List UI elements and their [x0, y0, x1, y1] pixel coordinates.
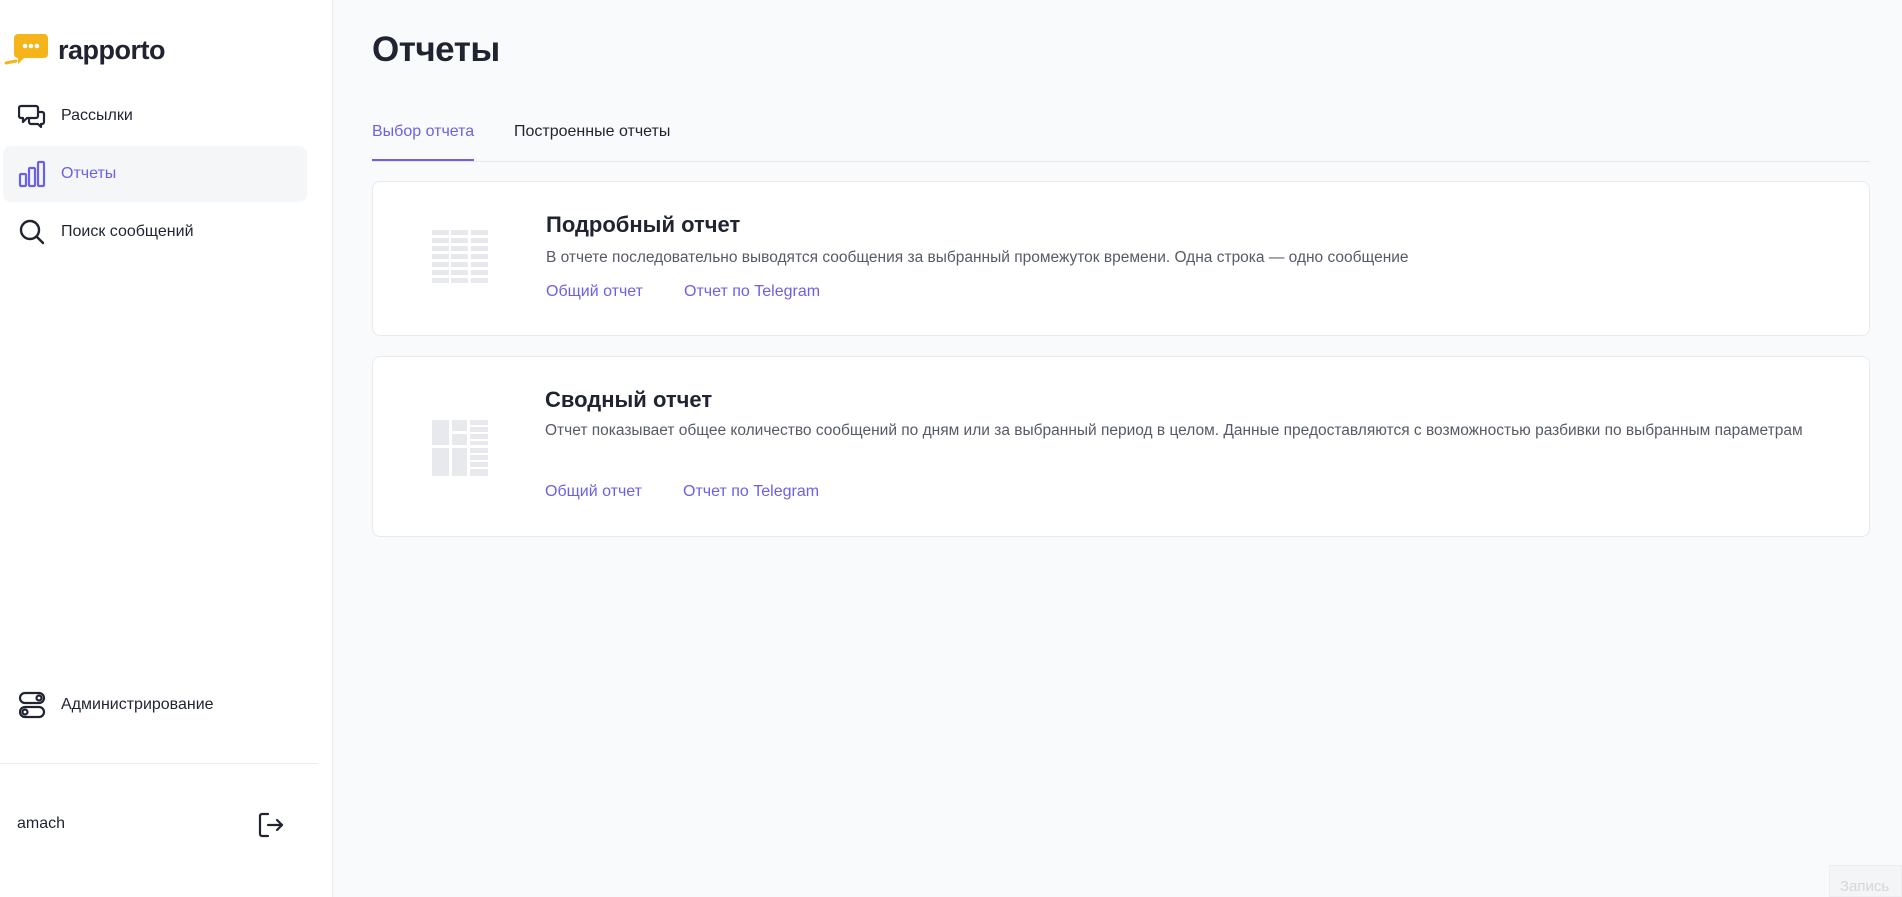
logo-icon: [4, 30, 50, 71]
tab-built-reports[interactable]: Построенные отчеты: [514, 123, 670, 161]
tab-report-selection[interactable]: Выбор отчета: [372, 123, 475, 161]
app-logo[interactable]: rapporto: [4, 30, 166, 71]
app-name: rapporto: [58, 35, 166, 65]
report-card-detailed: Подробный отчет В отчете последовательно…: [372, 181, 1870, 336]
page-title: Отчеты: [372, 30, 500, 69]
sidebar-item-label: Поиск сообщений: [61, 223, 194, 240]
sidebar: rapporto Рассылки Отчеты Поиск сообщений…: [0, 0, 333, 897]
bar-chart-icon: [17, 159, 47, 189]
detailed-table-icon: [432, 230, 488, 292]
summary-table-icon: [432, 420, 488, 481]
general-report-link[interactable]: Общий отчет: [545, 483, 642, 501]
logout-button[interactable]: [256, 812, 286, 842]
sidebar-item-reports[interactable]: Отчеты: [3, 146, 307, 202]
sidebar-item-label: Администрирование: [61, 696, 214, 713]
card-description: В отчете последовательно выводятся сообщ…: [546, 249, 1409, 266]
sidebar-item-message-search[interactable]: Поиск сообщений: [3, 204, 307, 260]
logout-icon: [257, 811, 285, 844]
report-tabs: Выбор отчета Построенные отчеты: [372, 118, 1870, 162]
sidebar-divider: [0, 763, 318, 764]
telegram-report-link[interactable]: Отчет по Telegram: [684, 283, 820, 301]
search-icon: [17, 217, 47, 247]
telegram-report-link[interactable]: Отчет по Telegram: [683, 483, 819, 501]
sidebar-item-label: Рассылки: [61, 107, 133, 124]
report-card-summary: Сводный отчет Отчет показывает общее кол…: [372, 356, 1870, 537]
record-widget[interactable]: Запись: [1829, 865, 1902, 897]
toggles-icon: [17, 690, 47, 720]
card-title: Сводный отчет: [545, 387, 713, 412]
sidebar-item-administration[interactable]: Администрирование: [3, 677, 307, 733]
general-report-link[interactable]: Общий отчет: [546, 283, 643, 301]
card-description: Отчет показывает общее количество сообще…: [545, 422, 1803, 439]
card-title: Подробный отчет: [546, 212, 741, 237]
sidebar-item-mailings[interactable]: Рассылки: [3, 88, 307, 144]
chat-bubbles-icon: [17, 101, 47, 131]
sidebar-item-label: Отчеты: [61, 165, 117, 182]
username: amach: [17, 815, 66, 832]
